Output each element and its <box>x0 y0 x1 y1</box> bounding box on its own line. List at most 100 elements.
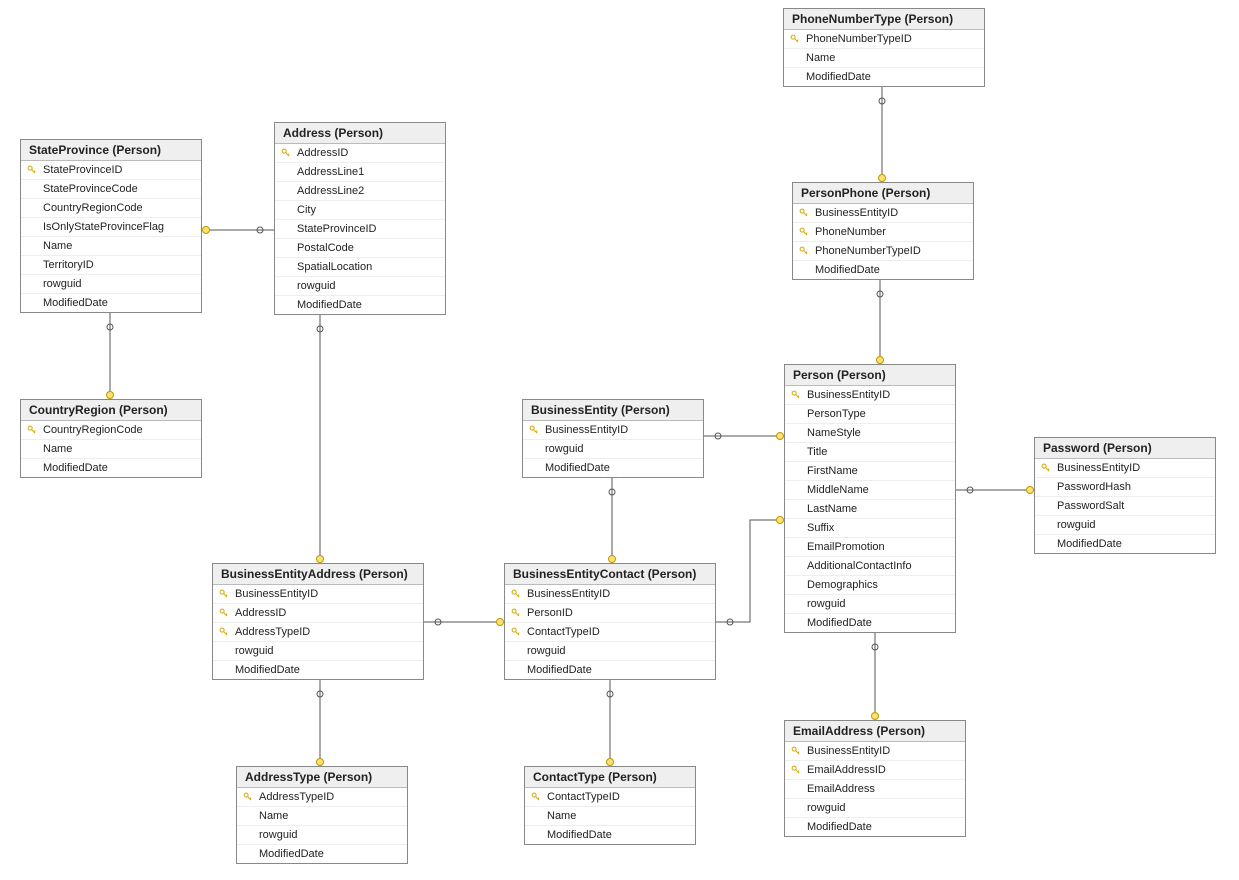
column-row[interactable]: rowguid <box>785 595 955 614</box>
column-row[interactable]: Suffix <box>785 519 955 538</box>
entity-header[interactable]: PhoneNumberType (Person) <box>784 9 984 30</box>
entity-ContactType[interactable]: ContactType (Person)ContactTypeIDNameMod… <box>524 766 696 845</box>
column-row[interactable]: BusinessEntityID <box>1035 459 1215 478</box>
entity-header[interactable]: Person (Person) <box>785 365 955 386</box>
column-row[interactable]: ContactTypeID <box>505 623 715 642</box>
entity-header[interactable]: BusinessEntity (Person) <box>523 400 703 421</box>
column-row[interactable]: BusinessEntityID <box>213 585 423 604</box>
column-row[interactable]: Title <box>785 443 955 462</box>
column-row[interactable]: StateProvinceID <box>275 220 445 239</box>
column-row[interactable]: rowguid <box>1035 516 1215 535</box>
column-row[interactable]: ModifiedDate <box>784 68 984 86</box>
column-row[interactable]: Demographics <box>785 576 955 595</box>
column-row[interactable]: ModifiedDate <box>525 826 695 844</box>
column-row[interactable]: Name <box>21 237 201 256</box>
column-row[interactable]: ModifiedDate <box>275 296 445 314</box>
column-row[interactable]: CountryRegionCode <box>21 199 201 218</box>
entity-BusinessEntityContact[interactable]: BusinessEntityContact (Person)BusinessEn… <box>504 563 716 680</box>
column-row[interactable]: TerritoryID <box>21 256 201 275</box>
column-row[interactable]: rowguid <box>275 277 445 296</box>
column-row[interactable]: rowguid <box>213 642 423 661</box>
column-row[interactable]: BusinessEntityID <box>793 204 973 223</box>
column-row[interactable]: BusinessEntityID <box>785 742 965 761</box>
entity-header[interactable]: StateProvince (Person) <box>21 140 201 161</box>
entity-BusinessEntityAddress[interactable]: BusinessEntityAddress (Person)BusinessEn… <box>212 563 424 680</box>
column-row[interactable]: Name <box>784 49 984 68</box>
column-row[interactable]: ModifiedDate <box>785 818 965 836</box>
entity-BusinessEntity[interactable]: BusinessEntity (Person) BusinessEntityID r… <box>522 399 704 478</box>
column-row[interactable]: City <box>275 201 445 220</box>
column-row[interactable]: FirstName <box>785 462 955 481</box>
entity-header[interactable]: CountryRegion (Person) <box>21 400 201 421</box>
entity-EmailAddress[interactable]: EmailAddress (Person)BusinessEntityIDEma… <box>784 720 966 837</box>
column-row[interactable]: LastName <box>785 500 955 519</box>
column-row[interactable]: ModifiedDate <box>213 661 423 679</box>
primary-key-icon <box>791 390 801 400</box>
column-row[interactable]: PersonID <box>505 604 715 623</box>
entity-header[interactable]: AddressType (Person) <box>237 767 407 788</box>
column-row[interactable]: EmailPromotion <box>785 538 955 557</box>
entity-header[interactable]: ContactType (Person) <box>525 767 695 788</box>
column-row[interactable]: Name <box>21 440 201 459</box>
entity-StateProvince[interactable]: StateProvince (Person)StateProvinceIDSta… <box>20 139 202 313</box>
column-row[interactable]: NameStyle <box>785 424 955 443</box>
column-row[interactable]: Name <box>237 807 407 826</box>
column-row[interactable]: ModifiedDate <box>785 614 955 632</box>
column-name: BusinessEntityID <box>811 207 898 219</box>
column-row[interactable]: SpatialLocation <box>275 258 445 277</box>
column-row[interactable]: StateProvinceCode <box>21 180 201 199</box>
column-row[interactable]: rowguid <box>505 642 715 661</box>
column-row[interactable]: rowguid <box>785 799 965 818</box>
column-row[interactable]: ModifiedDate <box>505 661 715 679</box>
column-row[interactable]: ContactTypeID <box>525 788 695 807</box>
column-row[interactable]: AdditionalContactInfo <box>785 557 955 576</box>
column-row[interactable]: EmailAddressID <box>785 761 965 780</box>
entity-header[interactable]: BusinessEntityContact (Person) <box>505 564 715 585</box>
column-row[interactable]: rowguid <box>237 826 407 845</box>
entity-Person[interactable]: Person (Person)BusinessEntityIDPersonTyp… <box>784 364 956 633</box>
entity-header[interactable]: EmailAddress (Person) <box>785 721 965 742</box>
entity-PersonPhone[interactable]: PersonPhone (Person) BusinessEntityID Phon… <box>792 182 974 280</box>
column-name: BusinessEntityID <box>541 424 628 436</box>
entity-header[interactable]: BusinessEntityAddress (Person) <box>213 564 423 585</box>
column-row[interactable]: PersonType <box>785 405 955 424</box>
column-row[interactable]: AddressID <box>275 144 445 163</box>
column-row[interactable]: StateProvinceID <box>21 161 201 180</box>
column-row[interactable]: ModifiedDate <box>237 845 407 863</box>
entity-CountryRegion[interactable]: CountryRegion (Person)CountryRegionCodeN… <box>20 399 202 478</box>
entity-header[interactable]: PersonPhone (Person) <box>793 183 973 204</box>
entity-header[interactable]: Password (Person) <box>1035 438 1215 459</box>
column-row[interactable]: BusinessEntityID <box>523 421 703 440</box>
column-row[interactable]: ModifiedDate <box>21 459 201 477</box>
column-row[interactable]: PasswordHash <box>1035 478 1215 497</box>
column-row[interactable]: AddressTypeID <box>213 623 423 642</box>
column-row[interactable]: PostalCode <box>275 239 445 258</box>
column-row[interactable]: AddressID <box>213 604 423 623</box>
column-row[interactable]: PhoneNumber <box>793 223 973 242</box>
column-row[interactable]: Name <box>525 807 695 826</box>
column-row[interactable]: IsOnlyStateProvinceFlag <box>21 218 201 237</box>
column-row[interactable]: PhoneNumberTypeID <box>793 242 973 261</box>
column-row[interactable]: rowguid <box>21 275 201 294</box>
column-row[interactable]: MiddleName <box>785 481 955 500</box>
column-row[interactable]: AddressLine1 <box>275 163 445 182</box>
column-row[interactable]: ModifiedDate <box>21 294 201 312</box>
column-row[interactable]: PhoneNumberTypeID <box>784 30 984 49</box>
column-row[interactable]: ModifiedDate <box>1035 535 1215 553</box>
column-row[interactable]: AddressLine2 <box>275 182 445 201</box>
column-row[interactable]: rowguid <box>523 440 703 459</box>
primary-key-icon <box>219 608 229 618</box>
column-row[interactable]: ModifiedDate <box>793 261 973 279</box>
column-row[interactable]: CountryRegionCode <box>21 421 201 440</box>
column-row[interactable]: BusinessEntityID <box>785 386 955 405</box>
entity-PhoneNumberType[interactable]: PhoneNumberType (Person)PhoneNumberTypeI… <box>783 8 985 87</box>
column-row[interactable]: PasswordSalt <box>1035 497 1215 516</box>
entity-Password[interactable]: Password (Person)BusinessEntityIDPasswor… <box>1034 437 1216 554</box>
column-row[interactable]: AddressTypeID <box>237 788 407 807</box>
column-row[interactable]: EmailAddress <box>785 780 965 799</box>
entity-header[interactable]: Address (Person) <box>275 123 445 144</box>
entity-Address[interactable]: Address (Person)AddressIDAddressLine1Add… <box>274 122 446 315</box>
column-row[interactable]: ModifiedDate <box>523 459 703 477</box>
column-row[interactable]: BusinessEntityID <box>505 585 715 604</box>
entity-AddressType[interactable]: AddressType (Person)AddressTypeIDNamerow… <box>236 766 408 864</box>
